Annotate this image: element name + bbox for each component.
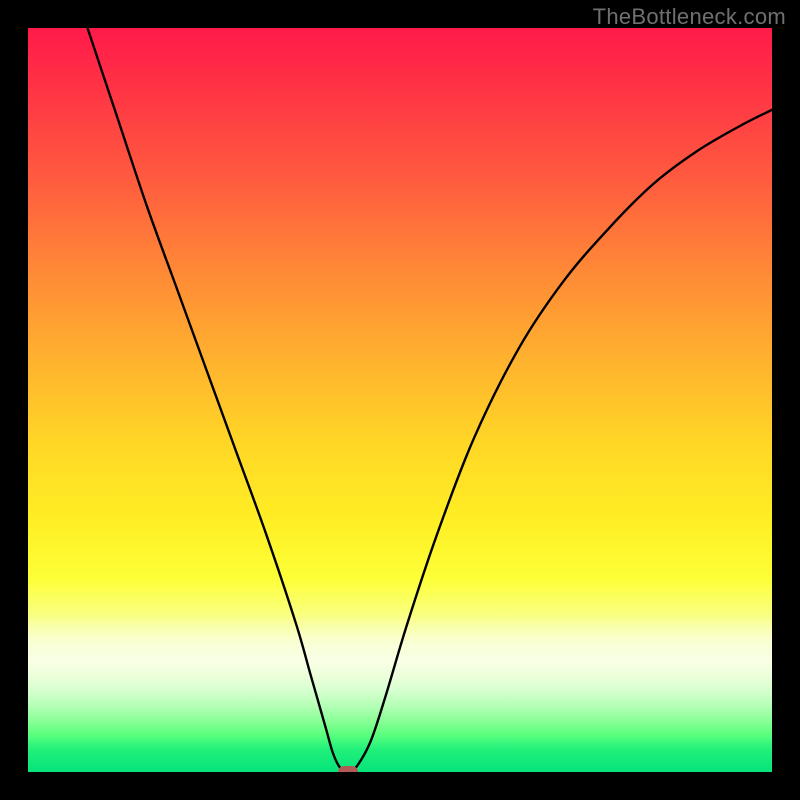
curve-svg (28, 28, 772, 772)
chart-frame: TheBottleneck.com (0, 0, 800, 800)
plot-area (28, 28, 772, 772)
watermark-text: TheBottleneck.com (593, 4, 786, 30)
bottleneck-curve-path (88, 28, 772, 772)
minimum-marker (338, 766, 358, 772)
